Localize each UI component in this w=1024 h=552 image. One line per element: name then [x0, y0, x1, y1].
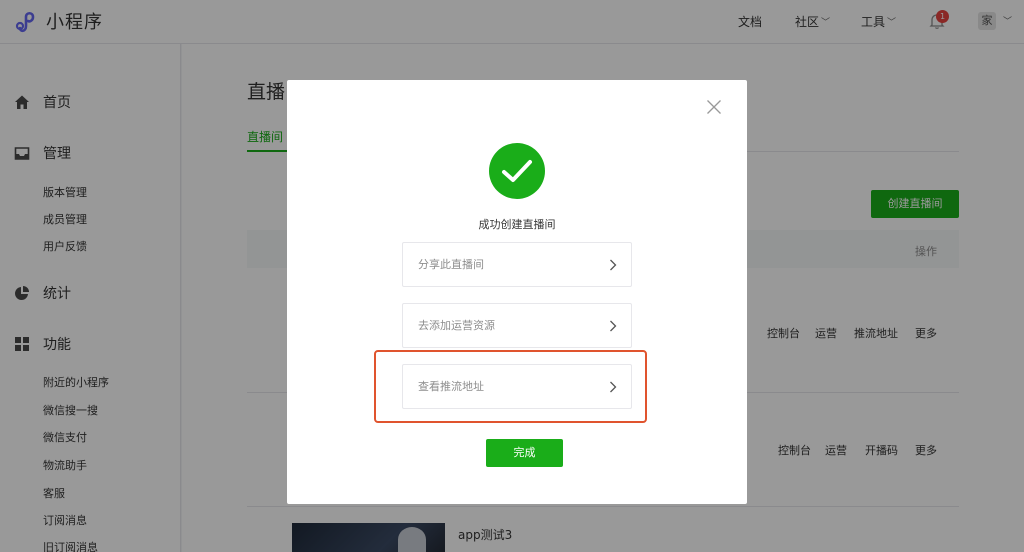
success-dialog: 成功创建直播间 分享此直播间 去添加运营资源 查看推流地址 完成 — [287, 80, 747, 504]
chevron-right-icon — [610, 259, 617, 271]
done-button[interactable]: 完成 — [486, 439, 563, 467]
success-message: 成功创建直播间 — [478, 218, 556, 231]
share-live-room-option[interactable]: 分享此直播间 — [402, 242, 632, 287]
option-label: 分享此直播间 — [418, 258, 484, 271]
close-icon[interactable] — [706, 99, 722, 115]
chevron-right-icon — [610, 320, 617, 332]
success-check-icon — [489, 143, 545, 199]
add-resources-option[interactable]: 去添加运营资源 — [402, 303, 632, 348]
option-label: 去添加运营资源 — [418, 319, 495, 332]
annotation-highlight-box — [374, 350, 647, 423]
